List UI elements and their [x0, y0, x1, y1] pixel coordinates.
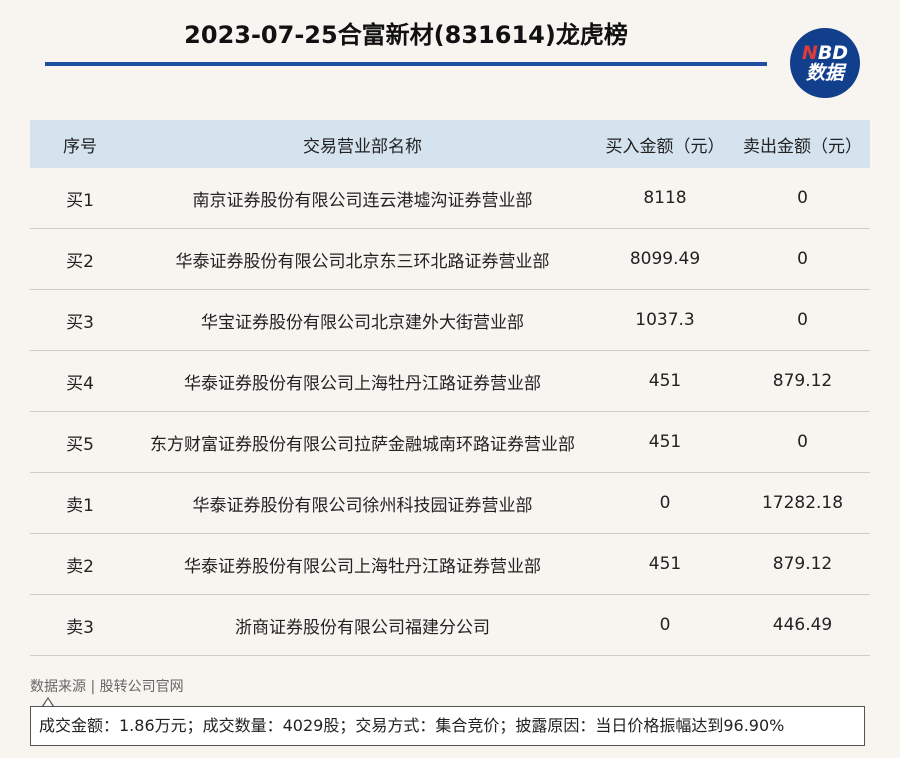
row-buy-amount: 451 [595, 533, 735, 595]
page-title: 2023-07-25合富新材(831614)龙虎榜 [184, 21, 628, 49]
row-buy-amount: 0 [595, 594, 735, 656]
row-seq: 买1 [30, 168, 130, 229]
row-buy-amount: 0 [595, 472, 735, 534]
logo-text-top: NBD [801, 41, 849, 64]
row-seq: 卖1 [30, 472, 130, 534]
row-branch-name: 华泰证券股份有限公司上海牡丹江路证券营业部 [130, 533, 595, 595]
row-sell-amount: 879.12 [735, 533, 870, 595]
table-header-row: 序号 交易营业部名称 买入金额（元） 卖出金额（元） [30, 120, 870, 168]
table-row: 买2 华泰证券股份有限公司北京东三环北路证券营业部 8099.49 0 [30, 228, 870, 290]
row-sell-amount: 446.49 [735, 594, 870, 656]
row-buy-amount: 8099.49 [595, 228, 735, 290]
table-row: 买5 东方财富证券股份有限公司拉萨金融城南环路证券营业部 451 0 [30, 411, 870, 473]
row-buy-amount: 8118 [595, 168, 735, 229]
trade-summary-tooltip: 成交金额：1.86万元；成交数量：4029股；交易方式：集合竞价；披露原因：当日… [30, 706, 865, 746]
table-row: 卖3 浙商证券股份有限公司福建分公司 0 446.49 [30, 594, 870, 656]
row-branch-name: 华泰证券股份有限公司北京东三环北路证券营业部 [130, 228, 595, 290]
row-seq: 买5 [30, 411, 130, 473]
column-header-buy: 买入金额（元） [595, 120, 735, 168]
column-header-sell: 卖出金额（元） [735, 120, 870, 168]
row-branch-name: 华泰证券股份有限公司上海牡丹江路证券营业部 [130, 350, 595, 412]
row-branch-name: 华泰证券股份有限公司徐州科技园证券营业部 [130, 472, 595, 534]
row-seq: 卖3 [30, 594, 130, 656]
table-row: 买1 南京证券股份有限公司连云港墟沟证券营业部 8118 0 [30, 168, 870, 229]
column-header-seq: 序号 [30, 120, 130, 168]
row-sell-amount: 17282.18 [735, 472, 870, 534]
row-sell-amount: 879.12 [735, 350, 870, 412]
table-row: 买3 华宝证券股份有限公司北京建外大街营业部 1037.3 0 [30, 289, 870, 351]
row-sell-amount: 0 [735, 228, 870, 290]
row-buy-amount: 1037.3 [595, 289, 735, 351]
row-seq: 买3 [30, 289, 130, 351]
row-seq: 买2 [30, 228, 130, 290]
title-divider [45, 62, 767, 66]
nbd-logo: NBD 数据 [790, 28, 860, 98]
row-branch-name: 南京证券股份有限公司连云港墟沟证券营业部 [130, 168, 595, 229]
row-seq: 买4 [30, 350, 130, 412]
logo-text-bottom: 数据 [805, 61, 844, 84]
row-branch-name: 华宝证券股份有限公司北京建外大街营业部 [130, 289, 595, 351]
table-row: 卖2 华泰证券股份有限公司上海牡丹江路证券营业部 451 879.12 [30, 533, 870, 595]
row-branch-name: 浙商证券股份有限公司福建分公司 [130, 594, 595, 656]
row-buy-amount: 451 [595, 350, 735, 412]
table-row: 卖1 华泰证券股份有限公司徐州科技园证券营业部 0 17282.18 [30, 472, 870, 534]
row-seq: 卖2 [30, 533, 130, 595]
column-header-branch: 交易营业部名称 [130, 120, 595, 168]
row-sell-amount: 0 [735, 411, 870, 473]
dragon-tiger-table: 序号 交易营业部名称 买入金额（元） 卖出金额（元） 买1 南京证券股份有限公司… [30, 120, 870, 656]
table-row: 买4 华泰证券股份有限公司上海牡丹江路证券营业部 451 879.12 [30, 350, 870, 412]
row-branch-name: 东方财富证券股份有限公司拉萨金融城南环路证券营业部 [130, 411, 595, 473]
row-sell-amount: 0 [735, 289, 870, 351]
row-sell-amount: 0 [735, 168, 870, 229]
row-buy-amount: 451 [595, 411, 735, 473]
data-source-note: 数据来源 | 股转公司官网 [30, 679, 184, 695]
